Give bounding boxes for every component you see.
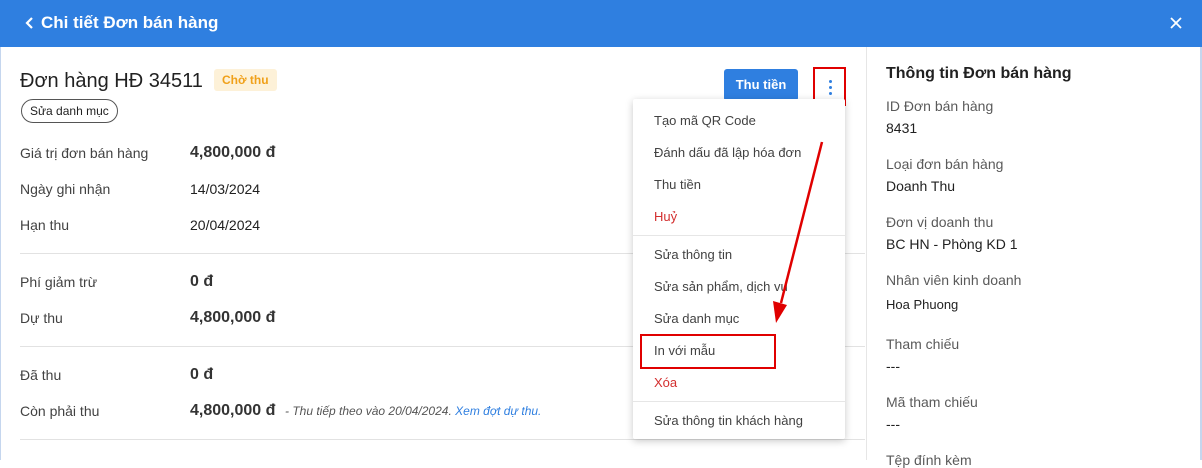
sidebar-value-order-type: Doanh Thu [886,178,956,194]
sidebar-label-reference-code: Mã tham chiếu [886,394,978,410]
sidebar-title: Thông tin Đơn bán hàng [886,65,1072,82]
sidebar-label-revenue-unit: Đơn vị doanh thu [886,214,994,230]
sidebar-label-attachment: Tệp đính kèm [886,452,972,468]
sidebar-label-order-type: Loại đơn bán hàng [886,156,1004,172]
sidebar-value-reference-code: --- [886,416,900,432]
sidebar-label-order-id: ID Đơn bán hàng [886,98,994,114]
sidebar-label-reference: Tham chiếu [886,336,960,352]
sidebar-value-order-id: 8431 [886,120,918,136]
sidebar-value-revenue-unit: BC HN - Phòng KD 1 [886,236,1018,252]
sidebar-value-salesperson: Hoa Phuong [886,297,959,312]
sidebar-label-salesperson: Nhân viên kinh doanh [886,272,1022,288]
sidebar-value-reference: --- [886,358,900,374]
